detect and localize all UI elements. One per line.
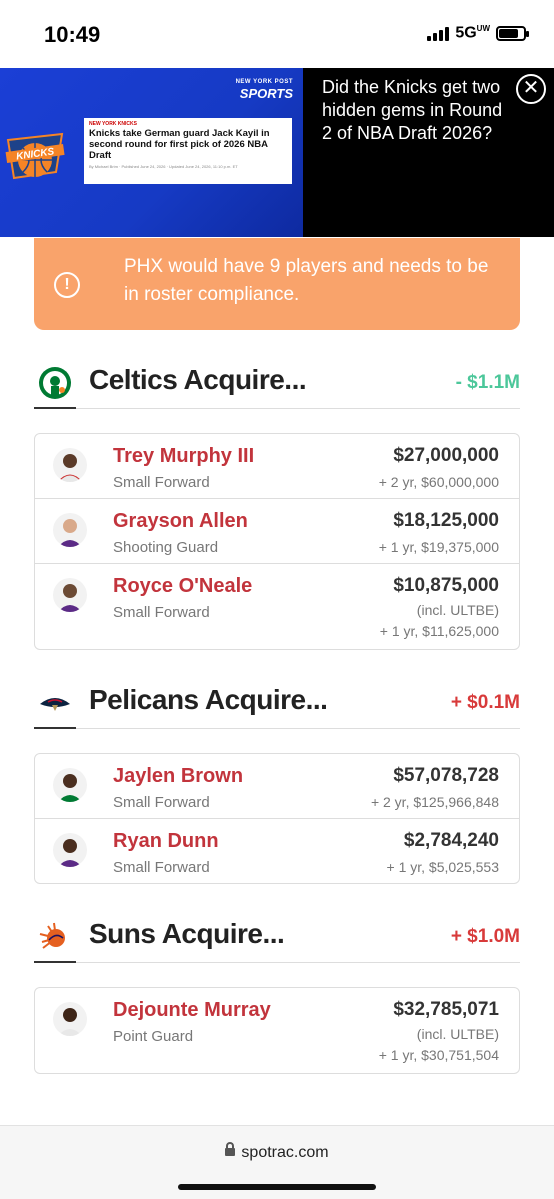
divider-accent — [34, 727, 76, 729]
player-row[interactable]: Dejounte Murray Point Guard $32,785,071 … — [35, 988, 519, 1073]
player-position: Small Forward — [113, 474, 210, 491]
close-icon[interactable]: ✕ — [516, 74, 546, 104]
player-card: Jaylen Brown Small Forward $57,078,728 +… — [34, 753, 520, 884]
section-suns: Suns Acquire... + $1.0M Dejounte Murray … — [34, 918, 520, 1074]
player-salary: $18,125,000 — [393, 510, 499, 531]
player-name[interactable]: Trey Murphy III — [113, 445, 254, 468]
divider — [34, 962, 520, 963]
player-position: Small Forward — [113, 604, 210, 621]
cap-change: + $1.0M — [450, 926, 520, 947]
player-position: Shooting Guard — [113, 539, 219, 556]
celtics-logo-icon — [39, 367, 71, 399]
divider-accent — [34, 961, 76, 963]
section-title: Suns Acquire... — [89, 918, 285, 949]
player-contract: + 2 yr, $60,000,000 — [378, 474, 499, 490]
player-name[interactable]: Royce O'Neale — [113, 575, 252, 598]
ad-card-tag: NEW YORK KNICKS — [89, 121, 137, 127]
player-name[interactable]: Jaylen Brown — [113, 765, 243, 788]
signal-icon — [427, 25, 450, 42]
newspaper-brand: NEW YORK POST SPORTS — [235, 79, 293, 101]
status-icons: 5GUW — [427, 24, 529, 42]
player-name[interactable]: Ryan Dunn — [113, 830, 219, 853]
player-contract: + 1 yr, $5,025,553 — [386, 859, 499, 875]
url-text: spotrac.com — [241, 1144, 329, 1161]
url-bar[interactable]: spotrac.com — [0, 1142, 554, 1162]
ad-headline[interactable]: Did the Knicks get two hidden gems in Ro… — [322, 76, 512, 145]
alert-text: PHX would have 9 players and needs to be… — [124, 256, 489, 305]
roster-compliance-alert: ! PHX would have 9 players and needs to … — [34, 238, 520, 330]
divider — [34, 408, 520, 409]
player-position: Small Forward — [113, 794, 210, 811]
player-contract: + 1 yr, $19,375,000 — [378, 539, 499, 555]
status-time: 10:49 — [44, 22, 101, 47]
player-contract-note: (incl. ULTBE) — [416, 602, 499, 618]
ad-banner[interactable]: KNICKS NEW YORK POST SPORTS NEW YORK KNI… — [0, 68, 554, 237]
player-avatar — [53, 1002, 87, 1036]
player-row[interactable]: Trey Murphy III Small Forward $27,000,00… — [35, 434, 519, 499]
section-celtics: Celtics Acquire... - $1.1M Trey Murphy I… — [34, 364, 520, 650]
player-row[interactable]: Jaylen Brown Small Forward $57,078,728 +… — [35, 754, 519, 819]
player-row[interactable]: Ryan Dunn Small Forward $2,784,240 + 1 y… — [35, 819, 519, 884]
player-name[interactable]: Dejounte Murray — [113, 999, 271, 1022]
player-salary: $32,785,071 — [393, 999, 499, 1020]
ad-card-meta: By Michael Brim · Published June 24, 202… — [89, 164, 238, 169]
player-card: Dejounte Murray Point Guard $32,785,071 … — [34, 987, 520, 1074]
player-card: Trey Murphy III Small Forward $27,000,00… — [34, 433, 520, 650]
section-header: Pelicans Acquire... + $0.1M — [34, 684, 520, 730]
player-name[interactable]: Grayson Allen — [113, 510, 248, 533]
battery-icon — [496, 25, 529, 41]
browser-bottom-bar: spotrac.com — [0, 1125, 554, 1199]
cap-change: + $0.1M — [450, 692, 520, 713]
player-salary: $57,078,728 — [393, 765, 499, 786]
pelicans-logo-icon — [40, 698, 70, 711]
home-indicator[interactable] — [178, 1184, 376, 1190]
player-salary: $10,875,000 — [393, 575, 499, 596]
cap-change: - $1.1M — [455, 372, 520, 393]
section-pelicans: Pelicans Acquire... + $0.1M Jaylen Brown… — [34, 684, 520, 884]
status-bar: 10:49 5GUW — [0, 0, 554, 68]
divider-accent — [34, 407, 76, 409]
ad-headline-card: NEW YORK KNICKS Knicks take German guard… — [84, 118, 292, 184]
player-avatar — [53, 768, 87, 802]
player-row[interactable]: Grayson Allen Shooting Guard $18,125,000… — [35, 499, 519, 564]
alert-icon: ! — [54, 272, 80, 298]
section-title: Celtics Acquire... — [89, 364, 307, 395]
player-contract-note: (incl. ULTBE) — [416, 1026, 499, 1042]
section-title: Pelicans Acquire... — [89, 684, 328, 715]
player-contract: + 1 yr, $30,751,504 — [378, 1047, 499, 1063]
divider — [34, 728, 520, 729]
player-contract: + 1 yr, $11,625,000 — [379, 623, 499, 639]
knicks-logo-icon: KNICKS — [5, 132, 65, 180]
player-position: Point Guard — [113, 1028, 194, 1045]
ad-card-headline: Knicks take German guard Jack Kayil in s… — [89, 128, 270, 161]
player-avatar — [53, 578, 87, 612]
player-salary: $27,000,000 — [393, 445, 499, 466]
player-row[interactable]: Royce O'Neale Small Forward $10,875,000 … — [35, 564, 519, 649]
suns-logo-icon — [39, 922, 65, 949]
player-avatar — [53, 448, 87, 482]
player-avatar — [53, 833, 87, 867]
ad-image[interactable]: KNICKS NEW YORK POST SPORTS NEW YORK KNI… — [0, 68, 303, 237]
player-salary: $2,784,240 — [403, 830, 499, 851]
lock-icon — [225, 1142, 236, 1156]
section-header: Celtics Acquire... - $1.1M — [34, 364, 520, 410]
player-position: Small Forward — [113, 859, 210, 876]
player-avatar — [53, 513, 87, 547]
player-contract: + 2 yr, $125,966,848 — [370, 794, 499, 810]
section-header: Suns Acquire... + $1.0M — [34, 918, 520, 964]
network-label: 5GUW — [455, 24, 490, 42]
